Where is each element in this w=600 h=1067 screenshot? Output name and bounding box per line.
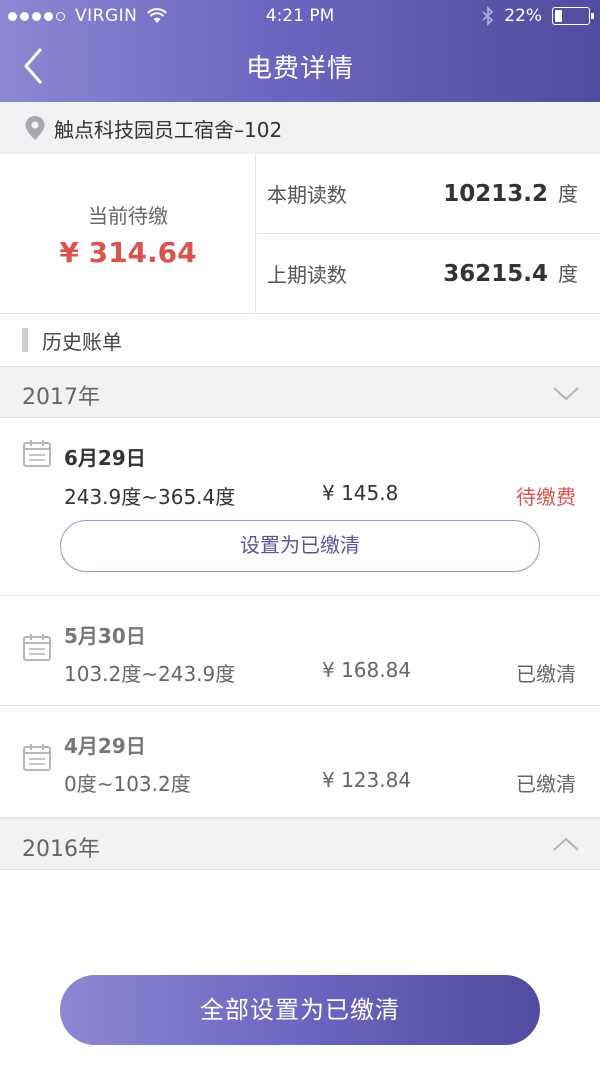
bill-range: 0度~103.2度 (64, 772, 191, 796)
previous-reading-label: 上期读数 (267, 263, 347, 287)
page-title: 电费详情 (245, 54, 354, 84)
bill-date: 5月30日 (64, 624, 146, 648)
bill-amount: ¥ 123.84 (322, 768, 412, 792)
year-row-2016[interactable]: 2016年 (0, 818, 600, 870)
current-reading-row: 本期读数 10213.2 度 (257, 154, 600, 234)
year-label: 2016年 (22, 837, 100, 862)
chevron-up-icon (553, 837, 579, 851)
calendar-icon (23, 440, 51, 467)
due-amount: ¥ 314.64 (59, 236, 197, 269)
section-bar (22, 328, 28, 352)
battery-percent: 22% (504, 6, 542, 26)
bill-status-paid: 已缴清 (516, 662, 576, 686)
due-box: 当前待缴 ¥ 314.64 (0, 154, 256, 314)
bill-date: 4月29日 (64, 734, 146, 758)
set-paid-button[interactable]: 设置为已缴清 (60, 520, 540, 572)
bill-date: 6月29日 (64, 446, 146, 470)
battery-level (555, 10, 562, 22)
bill-item: 4月29日 0度~103.2度 ¥ 123.84 已缴清 (0, 706, 600, 818)
bill-status-unpaid: 待缴费 (516, 485, 576, 509)
mark-all-paid-button[interactable]: 全部设置为已缴清 (60, 975, 540, 1045)
app-header: VIRGIN 4:21 PM 22% 电费详情 (0, 0, 600, 102)
location-row: 触点科技园员工宿舍–102 (0, 102, 600, 154)
battery-icon (552, 7, 594, 25)
bill-item: 5月30日 103.2度~243.9度 ¥ 168.84 已缴清 (0, 596, 600, 706)
bill-item: 6月29日 243.9度~365.4度 ¥ 145.8 待缴费 设置为已缴清 (0, 418, 600, 596)
history-title: 历史账单 (42, 329, 122, 354)
location-pin-icon (25, 116, 45, 140)
year-label: 2017年 (22, 385, 100, 410)
bill-range: 243.9度~365.4度 (64, 485, 236, 509)
reading-summary: 当前待缴 ¥ 314.64 本期读数 10213.2 度 上期读数 36215.4… (0, 154, 600, 314)
previous-reading-value: 36215.4 度 (443, 261, 578, 287)
location-name: 触点科技园员工宿舍–102 (54, 117, 283, 142)
bill-amount: ¥ 145.8 (322, 481, 399, 505)
previous-reading-row: 上期读数 36215.4 度 (257, 234, 600, 314)
chevron-down-icon (553, 387, 579, 401)
calendar-icon (23, 634, 51, 661)
status-right: 22% (482, 6, 594, 26)
calendar-icon (23, 744, 51, 771)
bluetooth-icon (482, 6, 494, 26)
bill-range: 103.2度~243.9度 (64, 662, 236, 686)
current-reading-label: 本期读数 (267, 183, 347, 207)
year-row-2017[interactable]: 2017年 (0, 366, 600, 418)
bill-amount: ¥ 168.84 (322, 658, 412, 682)
current-reading-value: 10213.2 度 (443, 181, 578, 207)
bill-status-paid: 已缴清 (516, 772, 576, 796)
history-heading: 历史账单 (0, 314, 600, 366)
status-bar: VIRGIN 4:21 PM 22% (0, 0, 600, 34)
due-label: 当前待缴 (88, 204, 168, 228)
